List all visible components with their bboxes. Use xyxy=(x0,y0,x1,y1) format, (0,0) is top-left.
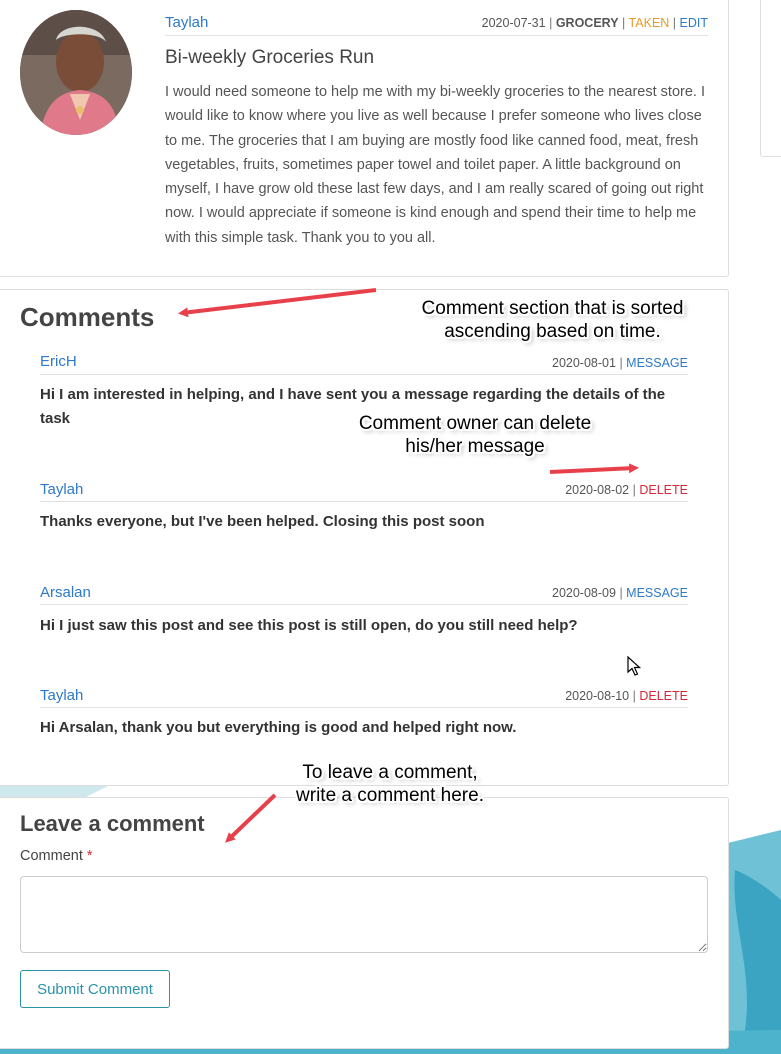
annotation-sorted: Comment section that is sorted ascending… xyxy=(421,298,684,342)
comment-label-text: Comment xyxy=(20,848,83,864)
post-body: I would need someone to help me with my … xyxy=(165,84,705,246)
comment-text: Thanks everyone, but I've been helped. C… xyxy=(40,513,485,530)
edit-post-link[interactable]: EDIT xyxy=(680,16,708,30)
comments-heading: Comments xyxy=(20,302,155,332)
message-link[interactable]: MESSAGE xyxy=(626,356,688,370)
comment-meta: 2020-08-02 | DELETE xyxy=(565,483,688,497)
post-author-link[interactable]: Taylah xyxy=(165,14,208,31)
post-category: GROCERY xyxy=(555,16,619,30)
comment-textarea[interactable] xyxy=(20,876,708,953)
comment-author-link[interactable]: Taylah xyxy=(40,481,83,498)
comment-date: 2020-08-10 xyxy=(565,689,630,703)
author-avatar xyxy=(20,10,132,135)
post-title: Bi-weekly Groceries Run xyxy=(165,47,375,68)
comment-author-link[interactable]: Arsalan xyxy=(40,584,91,601)
required-mark: * xyxy=(86,848,93,864)
message-link[interactable]: MESSAGE xyxy=(626,586,688,600)
divider xyxy=(40,501,688,502)
side-panel xyxy=(760,0,781,157)
post-meta: 2020-07-31 | GROCERY | TAKEN | EDIT xyxy=(481,16,708,30)
divider xyxy=(40,374,688,375)
leave-comment-heading: Leave a comment xyxy=(20,811,205,836)
divider xyxy=(40,604,688,605)
comment-text: Hi Arsalan, thank you but everything is … xyxy=(40,719,517,736)
comment-meta: 2020-08-10 | DELETE xyxy=(565,689,688,703)
delete-comment-link[interactable]: DELETE xyxy=(639,483,688,497)
divider xyxy=(165,35,708,36)
annotation-delete: Comment owner can delete his/her message xyxy=(358,413,592,457)
annotation-leave: To leave a comment, write a comment here… xyxy=(296,762,484,806)
post-date: 2020-07-31 xyxy=(481,16,546,30)
comment-date: 2020-08-02 xyxy=(565,483,630,497)
comment-date: 2020-08-09 xyxy=(552,586,616,600)
submit-comment-button[interactable]: Submit Comment xyxy=(20,970,170,1008)
comment-author-link[interactable]: EricH xyxy=(40,353,77,370)
comment-text: Hi I just saw this post and see this pos… xyxy=(40,617,578,634)
comment-field-label: Comment * xyxy=(20,848,93,864)
post-status-badge: TAKEN xyxy=(628,16,670,30)
comment-meta: 2020-08-01 | MESSAGE xyxy=(552,356,688,370)
comment-author-link[interactable]: Taylah xyxy=(40,687,83,704)
comment-date: 2020-08-01 xyxy=(552,356,616,370)
comment-meta: 2020-08-09 | MESSAGE xyxy=(552,586,688,600)
divider xyxy=(40,707,688,708)
delete-comment-link[interactable]: DELETE xyxy=(639,689,688,703)
mouse-cursor-icon xyxy=(627,655,642,682)
